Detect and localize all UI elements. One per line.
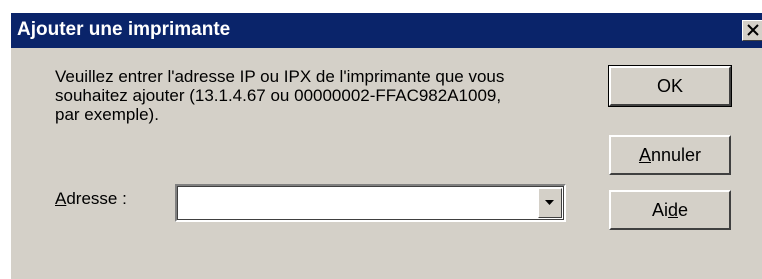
cancel-label: nnuler (650, 145, 702, 165)
instruction-line: Veuillez entrer l'adresse IP ou IPX de l… (55, 67, 505, 86)
help-label-end: e (678, 200, 689, 220)
help-label-start: Ai (651, 200, 668, 220)
instruction-line: souhaitez ajouter (13.1.4.67 ou 00000002… (55, 86, 502, 105)
address-label-accelerator: A (55, 189, 67, 208)
address-label-text: dresse : (66, 189, 127, 208)
close-button[interactable] (742, 20, 762, 41)
dialog-title: Ajouter une imprimante (17, 19, 231, 40)
address-dropdown-button[interactable] (538, 188, 562, 218)
help-button[interactable]: Aide (609, 190, 731, 230)
help-accelerator: d (667, 200, 678, 220)
instruction-line: par exemple). (55, 105, 159, 124)
close-icon (747, 24, 759, 36)
add-printer-dialog: Ajouter une imprimante Veuillez entrer l… (9, 11, 762, 279)
cancel-accelerator: A (638, 145, 651, 165)
ok-button[interactable]: OK (608, 65, 732, 107)
instruction-text: Veuillez entrer l'adresse IP ou IPX de l… (55, 67, 615, 124)
address-combobox[interactable] (175, 184, 566, 222)
title-bar[interactable]: Ajouter une imprimante (11, 13, 762, 48)
address-input[interactable] (179, 188, 534, 218)
chevron-down-icon (545, 200, 554, 205)
cancel-button[interactable]: Annuler (609, 135, 731, 175)
address-label: Adresse : (55, 189, 127, 209)
